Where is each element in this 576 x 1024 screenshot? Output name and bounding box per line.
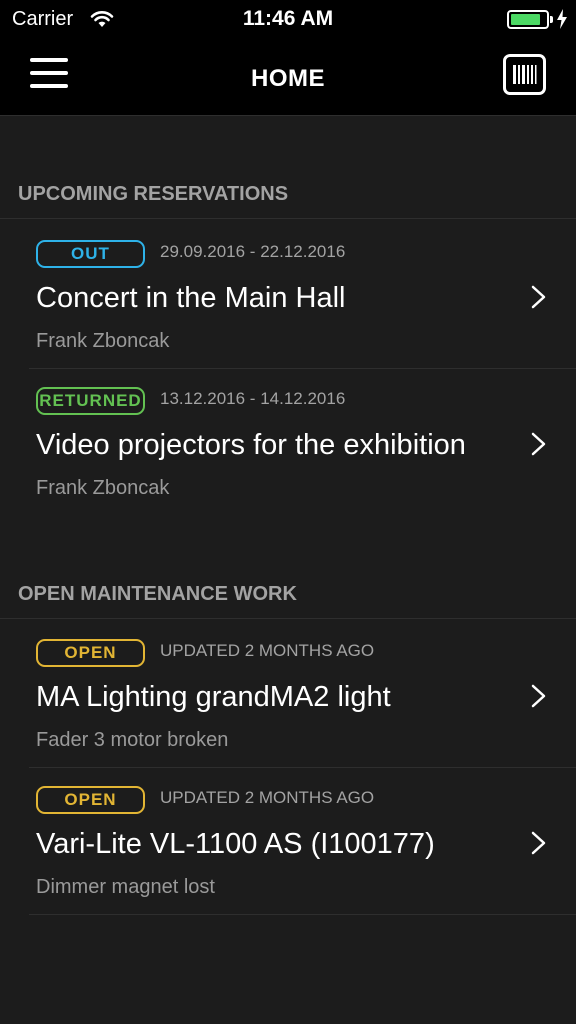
status-bar: Carrier 11:46 AM: [0, 0, 576, 40]
updated-label: UPDATED 2 MONTHS AGO: [160, 788, 375, 807]
status-badge: OPEN: [36, 786, 145, 814]
reservation-owner: Frank Zboncak: [36, 477, 170, 499]
hamburger-icon: [30, 58, 68, 62]
chevron-right-icon: [531, 432, 546, 456]
maintenance-title: Vari-Lite VL-1100 AS (I100177): [36, 828, 435, 860]
maintenance-description: Fader 3 motor broken: [36, 729, 229, 751]
maintenance-title: MA Lighting grandMA2 light: [36, 681, 391, 713]
reservation-title: Concert in the Main Hall: [36, 282, 346, 314]
status-badge: OUT: [36, 240, 145, 268]
clock: 11:46 AM: [242, 7, 334, 30]
reservation-dates: 29.09.2016 - 22.12.2016: [160, 242, 346, 261]
reservation-row[interactable]: OUT 29.09.2016 - 22.12.2016 Concert in t…: [0, 222, 576, 369]
page-title: HOME: [251, 65, 325, 92]
reservation-owner: Frank Zboncak: [36, 330, 170, 352]
battery-fill: [511, 14, 540, 25]
section-title: UPCOMING RESERVATIONS: [18, 183, 289, 205]
status-badge: OPEN: [36, 639, 145, 667]
chevron-right-icon: [531, 285, 546, 309]
reservation-dates: 13.12.2016 - 14.12.2016: [160, 389, 346, 408]
status-badge: RETURNED: [36, 387, 145, 415]
section-title: OPEN MAINTENANCE WORK: [18, 583, 297, 605]
chevron-right-icon: [531, 831, 546, 855]
maintenance-row[interactable]: OPEN UPDATED 2 MONTHS AGO Vari-Lite VL-1…: [0, 768, 576, 915]
row-divider: [29, 914, 576, 915]
reservation-row[interactable]: RETURNED 13.12.2016 - 14.12.2016 Video p…: [0, 369, 576, 516]
navigation-bar: HOME: [0, 40, 576, 116]
chevron-right-icon: [531, 684, 546, 708]
section-header-reservations: UPCOMING RESERVATIONS: [0, 183, 576, 219]
battery-tip: [550, 16, 553, 23]
battery-icon: [507, 10, 549, 29]
barcode-icon: [513, 65, 537, 84]
updated-label: UPDATED 2 MONTHS AGO: [160, 641, 375, 660]
maintenance-description: Dimmer magnet lost: [36, 876, 215, 898]
charging-bolt-icon: [557, 9, 567, 29]
maintenance-row[interactable]: OPEN UPDATED 2 MONTHS AGO MA Lighting gr…: [0, 621, 576, 768]
barcode-scan-button[interactable]: [503, 54, 546, 95]
reservation-title: Video projectors for the exhibition: [36, 429, 466, 461]
section-header-maintenance: OPEN MAINTENANCE WORK: [0, 583, 576, 619]
